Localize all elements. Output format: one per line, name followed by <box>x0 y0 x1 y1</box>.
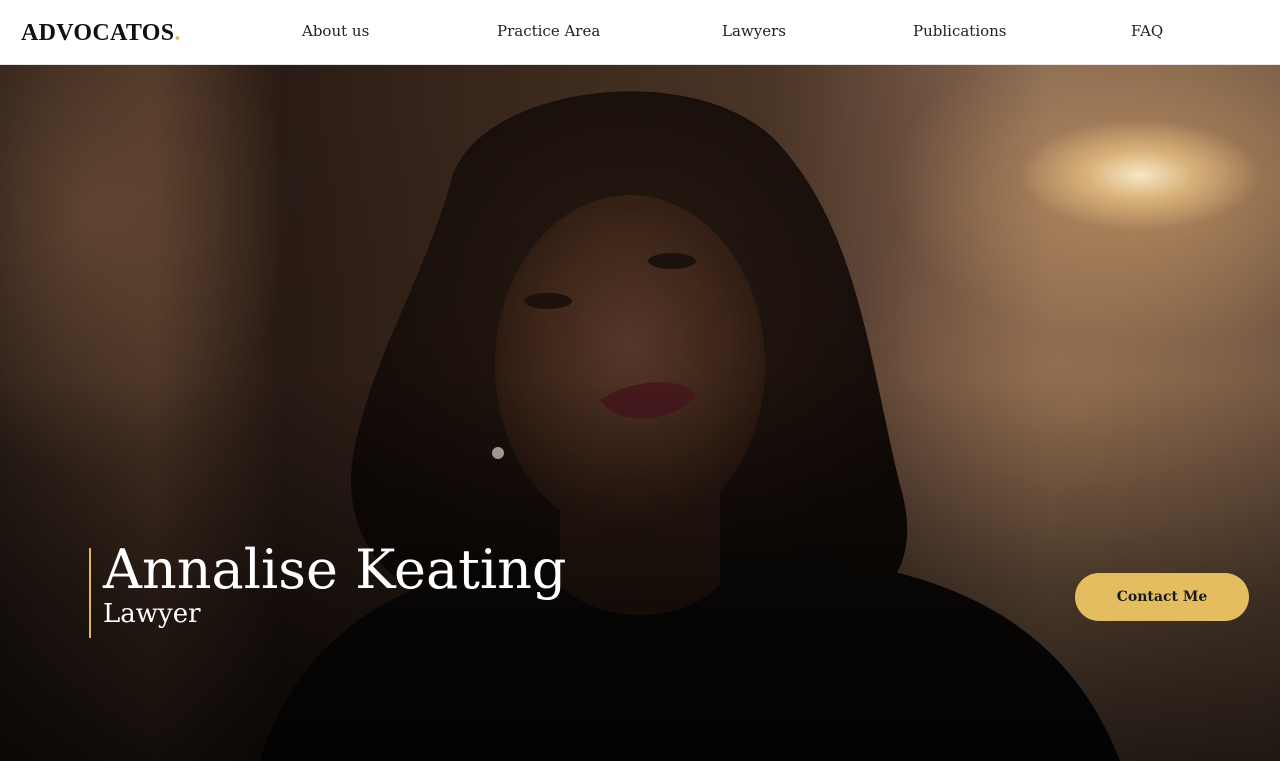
logo-dot: . <box>174 20 181 46</box>
site-header: ADVOCATOS. About us Practice Area Lawyer… <box>0 0 1280 65</box>
logo-text: ADVOCATOS <box>21 20 175 46</box>
nav-about-us[interactable]: About us <box>302 21 369 41</box>
nav-practice-area[interactable]: Practice Area <box>497 21 600 41</box>
nav-publications[interactable]: Publications <box>913 21 1007 41</box>
hero-section: Annalise Keating Lawyer Contact Me <box>0 65 1280 761</box>
hero-title-block: Annalise Keating Lawyer <box>89 542 566 638</box>
contact-me-button[interactable]: Contact Me <box>1075 573 1249 621</box>
nav-lawyers[interactable]: Lawyers <box>722 21 786 41</box>
lawyer-role: Lawyer <box>103 599 201 629</box>
lawyer-name: Annalise Keating <box>103 538 567 601</box>
site-logo[interactable]: ADVOCATOS. <box>21 19 181 47</box>
hero-overlay <box>0 65 1280 761</box>
nav-faq[interactable]: FAQ <box>1131 21 1163 41</box>
